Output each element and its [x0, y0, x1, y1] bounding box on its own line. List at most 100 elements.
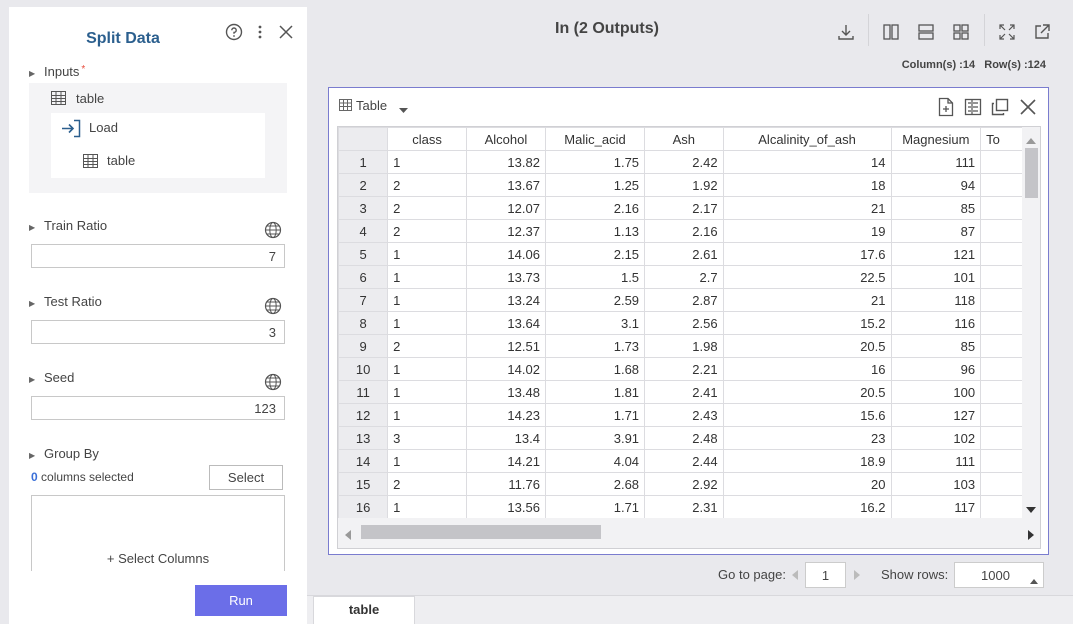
close-icon[interactable]	[1019, 98, 1037, 119]
split-columns-icon[interactable]	[881, 22, 901, 42]
scroll-left-icon[interactable]	[345, 528, 351, 543]
table-cell: 17.6	[722, 242, 892, 266]
table-cell: 101	[890, 265, 982, 289]
scroll-down-icon[interactable]	[1026, 501, 1036, 516]
table-cell: 13.4	[465, 426, 546, 450]
table-cell: 2.61	[644, 242, 724, 266]
seed-input[interactable]	[31, 396, 285, 420]
split-rows-icon[interactable]	[916, 22, 936, 42]
table-icon	[339, 99, 352, 111]
horizontal-scroll-thumb[interactable]	[361, 525, 601, 539]
column-chooser-icon[interactable]	[964, 98, 982, 119]
column-header[interactable]: Malic_acid	[544, 127, 646, 151]
table-row[interactable]: 13 3 13.4 3.91 2.48 23 102	[338, 426, 1040, 450]
globe-icon[interactable]	[264, 373, 282, 391]
inputs-label: Inputs *	[44, 64, 86, 79]
vertical-scroll-thumb[interactable]	[1025, 148, 1038, 198]
test-ratio-input[interactable]	[31, 320, 285, 344]
help-circle-icon[interactable]	[224, 22, 244, 42]
table-row[interactable]: 12 1 14.23 1.71 2.43 15.6 127	[338, 403, 1040, 427]
next-page-icon[interactable]	[854, 568, 860, 583]
vertical-scrollbar[interactable]	[1022, 127, 1040, 519]
chevron-down-icon[interactable]	[399, 102, 408, 117]
group-by-caret-icon[interactable]: ▶	[29, 451, 35, 460]
page-number-input[interactable]	[805, 562, 846, 588]
row-number: 12	[338, 403, 389, 427]
view-selector-label[interactable]: Table	[356, 98, 387, 113]
run-button[interactable]: Run	[195, 585, 287, 616]
table-cell: 111	[890, 150, 982, 174]
test-ratio-caret-icon[interactable]: ▶	[29, 299, 35, 308]
row-number: 5	[338, 242, 389, 266]
column-header[interactable]: Magnesium	[890, 127, 982, 151]
table-cell: 16	[722, 357, 892, 381]
table-row[interactable]: 11 1 13.48 1.81 2.41 20.5 100	[338, 380, 1040, 404]
table-row[interactable]: 2 2 13.67 1.25 1.92 18 94	[338, 173, 1040, 197]
table-cell: 2	[387, 219, 467, 243]
table-row[interactable]: 5 1 14.06 2.15 2.61 17.6 121	[338, 242, 1040, 266]
open-external-icon[interactable]	[1032, 22, 1052, 42]
data-table: class Alcohol Malic_acid Ash Alcalinity_…	[338, 127, 1040, 542]
table-row[interactable]: 3 2 12.07 2.16 2.17 21 85	[338, 196, 1040, 220]
tab-table[interactable]: table	[313, 596, 415, 624]
table-cell: 15.2	[722, 311, 892, 335]
split-data-panel: Split Data ▶ Inputs * table Load table ▶ …	[9, 7, 307, 624]
globe-icon[interactable]	[264, 221, 282, 239]
load-table-name[interactable]: table	[107, 153, 135, 168]
select-button[interactable]: Select	[209, 465, 283, 490]
column-header[interactable]: Alcohol	[465, 127, 546, 151]
table-row[interactable]: 16 1 13.56 1.71 2.31 16.2 117	[338, 495, 1040, 519]
row-number: 13	[338, 426, 389, 450]
horizontal-scrollbar[interactable]	[338, 518, 1040, 548]
table-cell: 13.67	[465, 173, 546, 197]
select-columns-link[interactable]: + Select Columns	[31, 551, 285, 566]
scroll-up-icon[interactable]	[1026, 132, 1036, 147]
train-ratio-caret-icon[interactable]: ▶	[29, 223, 35, 232]
table-cell: 103	[890, 472, 982, 496]
column-header[interactable]: Ash	[644, 127, 724, 151]
table-cell: 117	[890, 495, 982, 519]
table-row[interactable]: 6 1 13.73 1.5 2.7 22.5 101	[338, 265, 1040, 289]
column-header[interactable]: class	[387, 127, 467, 151]
table-cell: 12.37	[465, 219, 546, 243]
close-icon[interactable]	[276, 22, 296, 42]
row-number-header	[338, 127, 389, 151]
header-row: class Alcohol Malic_acid Ash Alcalinity_…	[338, 127, 1040, 151]
rows-per-page-select[interactable]: 1000	[954, 562, 1044, 588]
data-grid[interactable]: class Alcohol Malic_acid Ash Alcalinity_…	[337, 126, 1041, 549]
table-cell: 2	[387, 196, 467, 220]
export-file-icon[interactable]	[937, 97, 955, 120]
prev-page-icon[interactable]	[792, 568, 798, 583]
row-number: 2	[338, 173, 389, 197]
table-row[interactable]: 14 1 14.21 4.04 2.44 18.9 111	[338, 449, 1040, 473]
fullscreen-icon[interactable]	[997, 22, 1017, 42]
table-cell: 1	[387, 265, 467, 289]
load-label[interactable]: Load	[89, 120, 118, 135]
table-row[interactable]: 7 1 13.24 2.59 2.87 21 118	[338, 288, 1040, 312]
table-row[interactable]: 10 1 14.02 1.68 2.21 16 96	[338, 357, 1040, 381]
column-header[interactable]: Alcalinity_of_ash	[722, 127, 892, 151]
row-number: 9	[338, 334, 389, 358]
train-ratio-label: Train Ratio	[44, 218, 108, 233]
seed-caret-icon[interactable]: ▶	[29, 375, 35, 384]
grid-icon[interactable]	[951, 22, 971, 42]
show-rows-label: Show rows:	[881, 567, 949, 582]
inputs-caret-icon[interactable]: ▶	[29, 69, 35, 78]
globe-icon[interactable]	[264, 297, 282, 315]
table-row[interactable]: 4 2 12.37 1.13 2.16 19 87	[338, 219, 1040, 243]
table-row[interactable]: 8 1 13.64 3.1 2.56 15.2 116	[338, 311, 1040, 335]
download-icon[interactable]	[836, 22, 856, 42]
scroll-right-icon[interactable]	[1028, 528, 1034, 543]
table-row[interactable]: 15 2 11.76 2.68 2.92 20 103	[338, 472, 1040, 496]
table-cell: 85	[890, 196, 982, 220]
chevron-up-icon[interactable]	[1030, 572, 1038, 587]
train-ratio-input[interactable]	[31, 244, 285, 268]
table-cell: 94	[890, 173, 982, 197]
more-vertical-icon[interactable]	[250, 22, 270, 42]
copy-icon[interactable]	[991, 98, 1009, 119]
table-row[interactable]: 1 1 13.82 1.75 2.42 14 111	[338, 150, 1040, 174]
input-table-name[interactable]: table	[76, 91, 104, 106]
table-row[interactable]: 9 2 12.51 1.73 1.98 20.5 85	[338, 334, 1040, 358]
table-cell: 20.5	[722, 380, 892, 404]
table-cell: 1	[387, 150, 467, 174]
